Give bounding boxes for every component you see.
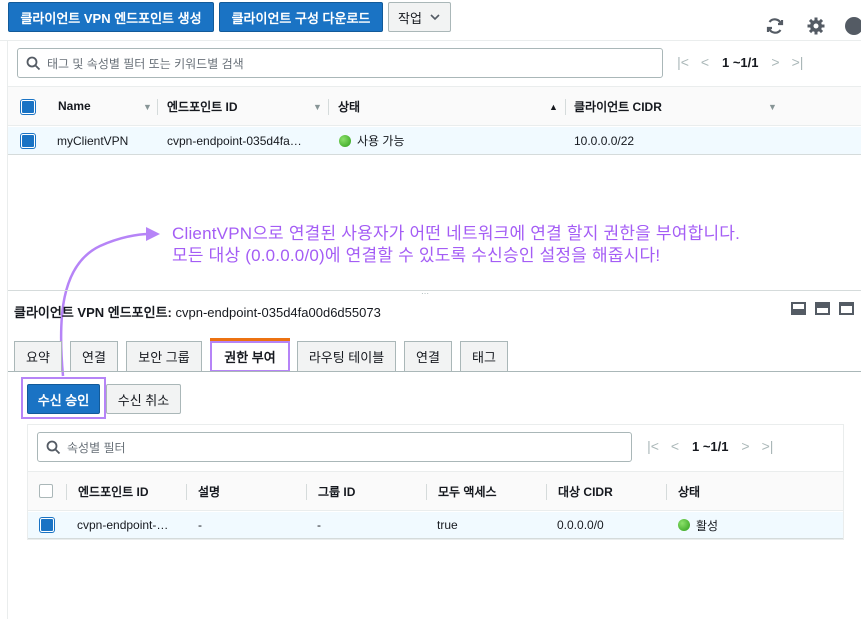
row-checkbox[interactable]	[40, 518, 54, 532]
revoke-ingress-button[interactable]: 수신 취소	[106, 384, 181, 414]
split-divider[interactable]	[8, 290, 861, 291]
next-page-icon[interactable]: >	[735, 438, 757, 454]
last-page-icon[interactable]: >|	[757, 438, 779, 454]
row-description: -	[198, 518, 202, 532]
vpn-console: 클라이언트 VPN 엔드포인트 생성 클라이언트 구성 다운로드 작업 태그 및…	[0, 0, 861, 619]
col-separator	[546, 484, 547, 500]
col-separator	[426, 484, 427, 500]
tab-associations[interactable]: 연결	[70, 341, 118, 371]
auth-search-placeholder: 속성별 필터	[67, 440, 126, 455]
col-group-id[interactable]: 그룹 ID	[318, 472, 355, 510]
auth-search-input[interactable]: 속성별 필터	[37, 432, 632, 462]
first-page-icon[interactable]: |<	[642, 438, 664, 454]
tab-summary[interactable]: 요약	[14, 341, 62, 371]
row-all-access: true	[437, 518, 458, 532]
col-status[interactable]: 상태	[678, 472, 700, 510]
col-separator	[306, 484, 307, 500]
resize-handle-icon[interactable]: ⋯	[421, 289, 432, 298]
auth-pagination: |< < 1 ~1/1 > >|	[642, 438, 779, 454]
row-group-id: -	[317, 518, 321, 532]
layout-bottom-icon[interactable]	[791, 302, 806, 315]
select-all-checkbox[interactable]	[39, 484, 53, 498]
col-all-access[interactable]: 모두 액세스	[438, 472, 497, 510]
row-endpoint-id: cvpn-endpoint-…	[77, 518, 169, 532]
tab-security-groups[interactable]: 보안 그룹	[126, 341, 202, 371]
tab-route-table[interactable]: 라우팅 테이블	[297, 341, 396, 371]
prev-page-icon[interactable]: <	[664, 438, 686, 454]
col-separator	[186, 484, 187, 500]
tab-connections[interactable]: 연결	[404, 341, 452, 371]
tab-authorization[interactable]: 권한 부여	[210, 341, 290, 372]
detail-title: 클라이언트 VPN 엔드포인트: cvpn-endpoint-035d4fa00…	[14, 302, 381, 321]
detail-title-label: 클라이언트 VPN 엔드포인트:	[14, 305, 172, 320]
search-icon	[46, 440, 61, 454]
auth-table-header: 엔드포인트 ID 설명 그룹 ID 모두 액세스 대상 CIDR 상태	[28, 471, 843, 511]
table-row[interactable]: cvpn-endpoint-… - - true 0.0.0.0/0 활성	[28, 512, 843, 539]
col-separator	[666, 484, 667, 500]
col-description[interactable]: 설명	[198, 472, 220, 510]
authorize-ingress-button[interactable]: 수신 승인	[27, 384, 100, 414]
tab-tags[interactable]: 태그	[460, 341, 508, 371]
status-active-icon	[678, 519, 690, 531]
layout-split-icon[interactable]	[815, 302, 830, 315]
auth-pager-text: 1 ~1/1	[692, 438, 729, 454]
col-dest-cidr[interactable]: 대상 CIDR	[558, 472, 613, 510]
active-tab-indicator	[210, 338, 290, 341]
col-separator	[66, 484, 67, 500]
tab-underline	[8, 371, 861, 372]
row-status-text: 활성	[696, 518, 719, 533]
col-endpoint-id[interactable]: 엔드포인트 ID	[78, 472, 149, 510]
row-dest-cidr: 0.0.0.0/0	[557, 518, 604, 532]
layout-full-icon[interactable]	[839, 302, 854, 315]
detail-title-value: cvpn-endpoint-035d4fa00d6d55073	[175, 305, 381, 320]
row-status: 활성	[678, 512, 718, 538]
